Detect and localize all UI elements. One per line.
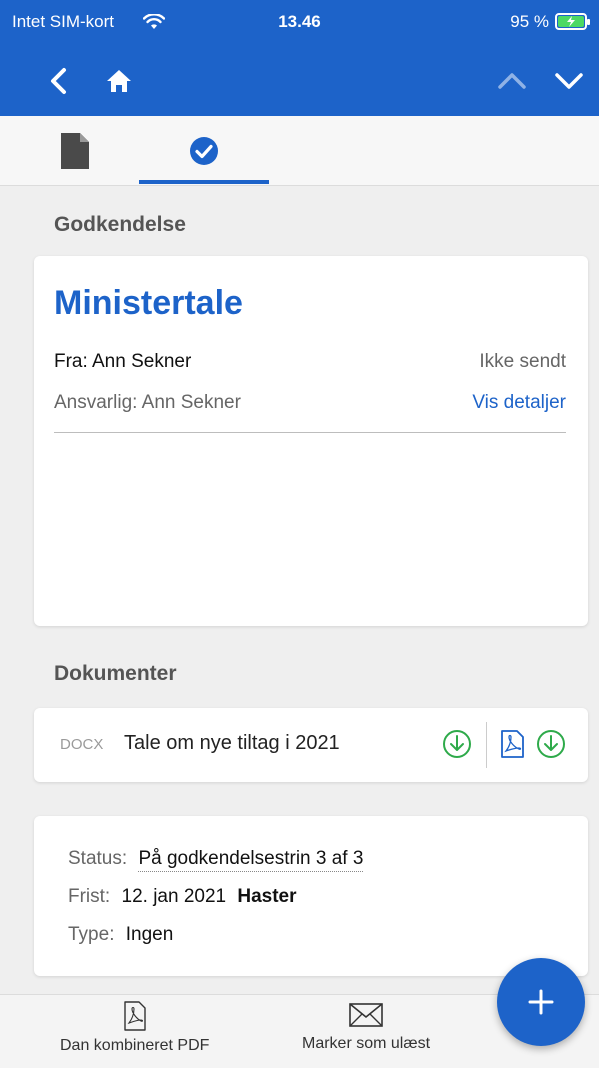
- top-navbar: [0, 44, 599, 116]
- tab-approval[interactable]: [139, 116, 269, 186]
- chevron-up-icon[interactable]: [492, 61, 532, 101]
- type-value: Ingen: [125, 924, 174, 945]
- urgent-flag: Haster: [237, 886, 297, 907]
- active-tab-indicator: [139, 180, 269, 184]
- status-bar: Intet SIM-kort 13.46 95 %: [0, 0, 599, 44]
- pdf-icon: [123, 1001, 146, 1031]
- show-details-link[interactable]: Vis detaljer: [472, 392, 566, 414]
- status-row: Status: På godkendelsestrin 3 af 3: [68, 848, 364, 872]
- clock: 13.46: [278, 12, 321, 31]
- download-icon[interactable]: [441, 728, 473, 760]
- add-button[interactable]: [497, 958, 585, 1046]
- type-row: Type: Ingen: [68, 924, 173, 946]
- deadline-value: 12. jan 2021: [121, 886, 227, 907]
- divider: [54, 432, 566, 433]
- home-icon[interactable]: [99, 61, 139, 101]
- approval-title: Ministertale: [54, 284, 243, 322]
- check-circle-icon: [190, 137, 218, 165]
- status-label: Status:: [68, 848, 128, 869]
- document-item[interactable]: DOCX Tale om nye tiltag i 2021: [34, 708, 588, 782]
- envelope-icon: [349, 1003, 383, 1027]
- document-name[interactable]: Tale om nye tiltag i 2021: [124, 732, 340, 755]
- document-icon: [61, 133, 89, 169]
- combined-pdf-button[interactable]: Dan kombineret PDF: [60, 1001, 209, 1055]
- back-chevron-icon[interactable]: [38, 61, 78, 101]
- documents-section-title: Dokumenter: [54, 662, 177, 685]
- status-value[interactable]: På godkendelsestrin 3 af 3: [138, 848, 364, 872]
- from-label: Fra: Ann Sekner: [54, 351, 192, 372]
- approval-responsible-row: Ansvarlig: Ann Sekner Vis detaljer: [54, 392, 566, 414]
- battery-percent: 95 %: [510, 12, 549, 31]
- send-status: Ikke sendt: [479, 351, 566, 372]
- mark-unread-button[interactable]: Marker som ulæst: [302, 1001, 430, 1053]
- document-type: DOCX: [60, 736, 104, 753]
- download-pdf-icon[interactable]: [535, 728, 567, 760]
- responsible-label: Ansvarlig: Ann Sekner: [54, 392, 241, 413]
- details-card: Status: På godkendelsestrin 3 af 3 Frist…: [34, 816, 588, 976]
- approval-card: Ministertale Fra: Ann Sekner Ikke sendt …: [34, 256, 588, 626]
- tab-document[interactable]: [10, 116, 140, 186]
- mark-unread-label: Marker som ulæst: [302, 1035, 431, 1052]
- deadline-row: Frist: 12. jan 2021 Haster: [68, 886, 297, 908]
- deadline-label: Frist:: [68, 886, 111, 907]
- plus-icon: [528, 989, 554, 1015]
- chevron-down-icon[interactable]: [549, 61, 589, 101]
- pdf-icon[interactable]: [496, 728, 528, 760]
- type-label: Type:: [68, 924, 115, 945]
- combined-pdf-label: Dan kombineret PDF: [60, 1037, 210, 1054]
- battery-icon: [555, 13, 590, 30]
- approval-section-title: Godkendelse: [54, 213, 186, 236]
- approval-from-row: Fra: Ann Sekner Ikke sendt: [54, 351, 566, 373]
- tab-bar: [0, 116, 599, 186]
- divider: [486, 722, 487, 768]
